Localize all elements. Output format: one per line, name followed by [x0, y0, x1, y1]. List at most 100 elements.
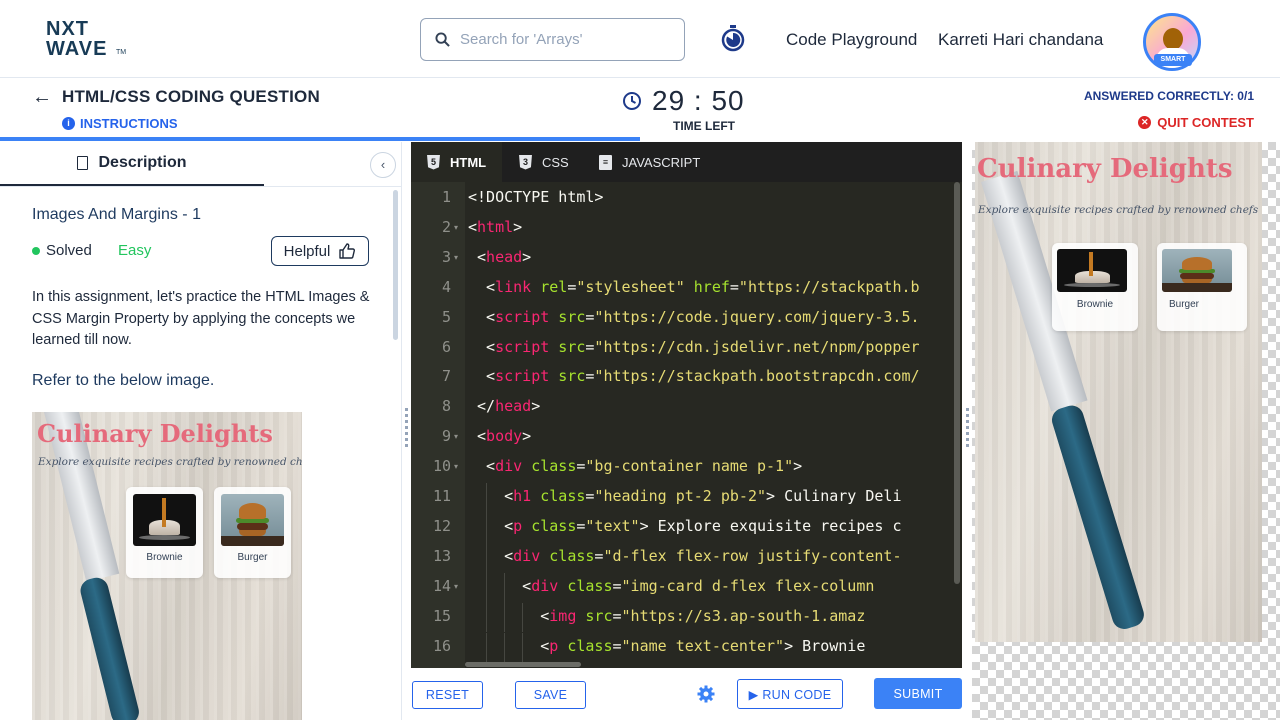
tab-html[interactable]: 5 HTML: [411, 142, 503, 182]
user-name[interactable]: Karreti Hari chandana: [938, 30, 1103, 50]
code-line[interactable]: <html>: [468, 218, 522, 236]
close-circle-icon: ✕: [1138, 116, 1152, 129]
stopwatch-icon[interactable]: [720, 24, 746, 52]
logo-trademark: TM: [116, 49, 127, 56]
code-token: > Explore exquisite recipes c: [639, 516, 902, 535]
code-token: class: [531, 457, 577, 476]
tab-html-label: HTML: [450, 154, 487, 170]
code-line[interactable]: <h1 class="heading pt-2 pb-2"> Culinary …: [504, 487, 901, 505]
code-line[interactable]: <script src="https://code.jquery.com/jqu…: [486, 308, 919, 326]
code-token: class: [549, 546, 595, 565]
code-token: >: [522, 427, 532, 446]
line-number: 3: [441, 247, 451, 266]
tab-css[interactable]: 3 CSS: [503, 142, 585, 182]
output-brownie-image: [1057, 249, 1127, 292]
code-token: script: [495, 367, 550, 386]
preview-heading: Culinary Delights: [37, 419, 273, 448]
code-token: p: [513, 516, 523, 535]
code-line[interactable]: <div class="img-card d-flex flex-column: [522, 577, 883, 595]
tab-css-label: CSS: [542, 154, 569, 170]
html5-icon: 5: [427, 154, 440, 170]
quit-contest-button[interactable]: ✕ QUIT CONTEST: [1138, 115, 1254, 130]
contest-progress-bar: [0, 137, 640, 141]
status-label: Solved: [46, 242, 92, 259]
indent-guide: [522, 632, 524, 663]
fold-toggle-icon[interactable]: ▾: [454, 223, 458, 232]
code-token: "https://code.jquery.com/jquery-3.5.: [594, 307, 920, 326]
search-box[interactable]: [420, 18, 685, 61]
code-token: class: [540, 487, 586, 505]
fold-toggle-icon[interactable]: ▾: [454, 432, 458, 441]
tab-javascript[interactable]: ≡ JAVASCRIPT: [583, 142, 716, 182]
line-number: 14: [432, 576, 451, 595]
brownie-image: [133, 494, 196, 546]
code-line[interactable]: <!DOCTYPE html>: [468, 188, 603, 206]
gear-icon[interactable]: [697, 685, 715, 703]
fold-toggle-icon[interactable]: ▾: [454, 582, 458, 591]
code-playground-link[interactable]: Code Playground: [786, 30, 917, 50]
code-token: <: [486, 277, 496, 296]
code-line[interactable]: <div class="d-flex flex-row justify-cont…: [504, 547, 901, 565]
refer-image-text: Refer to the below image.: [32, 372, 215, 389]
css3-icon: 3: [519, 154, 532, 170]
nxtwave-logo[interactable]: NXT WAVE TM: [46, 18, 136, 60]
arrow-left-icon[interactable]: ←: [32, 86, 52, 109]
save-button[interactable]: SAVE: [515, 681, 586, 709]
code-line[interactable]: <img src="https://s3.ap-south-1.amaz: [540, 607, 865, 625]
code-line[interactable]: <head>: [477, 248, 531, 266]
line-number: 16: [432, 636, 451, 655]
code-line[interactable]: <body>: [477, 427, 531, 445]
problem-title: Images And Margins - 1: [32, 206, 201, 223]
run-code-button[interactable]: ▶ RUN CODE: [737, 679, 843, 709]
search-input[interactable]: [460, 31, 660, 48]
code-token: div: [513, 546, 541, 565]
line-number: 7: [441, 367, 451, 386]
code-line[interactable]: <link rel="stylesheet" href="https://sta…: [486, 278, 920, 296]
helpful-button[interactable]: Helpful: [271, 236, 369, 266]
editor-vertical-scrollbar[interactable]: [954, 182, 960, 584]
code-editor[interactable]: 5 HTML 3 CSS ≡ JAVASCRIPT 1 <!DOCTYPE htm…: [411, 142, 962, 668]
reset-button[interactable]: RESET: [412, 681, 483, 709]
code-token: > Culinary Deli: [766, 487, 902, 505]
code-token: class: [567, 576, 613, 595]
tabs-divider: [0, 186, 401, 187]
code-token: h1: [513, 487, 532, 505]
code-line[interactable]: <div class="bg-container name p-1">: [486, 457, 802, 475]
fold-toggle-icon[interactable]: ▾: [454, 253, 458, 262]
submit-button[interactable]: SUBMIT: [874, 678, 962, 709]
code-token: src: [558, 367, 586, 386]
right-resize-handle[interactable]: [966, 408, 969, 448]
code-token: rel: [540, 277, 568, 296]
code-line[interactable]: <script src="https://stackpath.bootstrap…: [486, 367, 919, 385]
code-token: script: [495, 337, 550, 356]
indent-guide: [486, 632, 488, 663]
output-brownie-name: Brownie: [1076, 299, 1114, 310]
code-line[interactable]: <script src="https://cdn.jsdelivr.net/np…: [486, 338, 919, 356]
left-resize-handle[interactable]: [405, 408, 408, 448]
code-token: > Brownie: [784, 636, 866, 655]
description-scrollbar[interactable]: [393, 190, 398, 340]
instructions-link[interactable]: i INSTRUCTIONS: [62, 116, 178, 131]
code-token: =: [612, 576, 622, 595]
tab-description[interactable]: Description: [0, 142, 264, 186]
code-token: =: [612, 606, 622, 625]
question-title: HTML/CSS CODING QUESTION: [62, 87, 320, 106]
editor-horizontal-scrollbar[interactable]: [465, 662, 581, 667]
fold-toggle-icon[interactable]: ▾: [454, 462, 458, 471]
js-file-icon: ≡: [599, 154, 612, 170]
code-line[interactable]: </head>: [477, 397, 540, 415]
top-navbar: NXT WAVE TM Code Playground Karreti Hari…: [0, 0, 1280, 78]
code-line[interactable]: <p class="name text-center"> Brownie: [540, 637, 865, 655]
line-number: 6: [441, 337, 451, 356]
chevron-left-icon[interactable]: ‹: [370, 152, 396, 178]
output-panel: Culinary Delights Explore exquisite reci…: [972, 142, 1280, 720]
output-preview: Culinary Delights Explore exquisite reci…: [975, 142, 1262, 642]
code-line[interactable]: <p class="text"> Explore exquisite recip…: [504, 517, 901, 535]
indent-guide: [486, 542, 488, 573]
output-burger-image: [1162, 249, 1232, 292]
code-token: "img-card d-flex flex-column: [621, 576, 884, 595]
